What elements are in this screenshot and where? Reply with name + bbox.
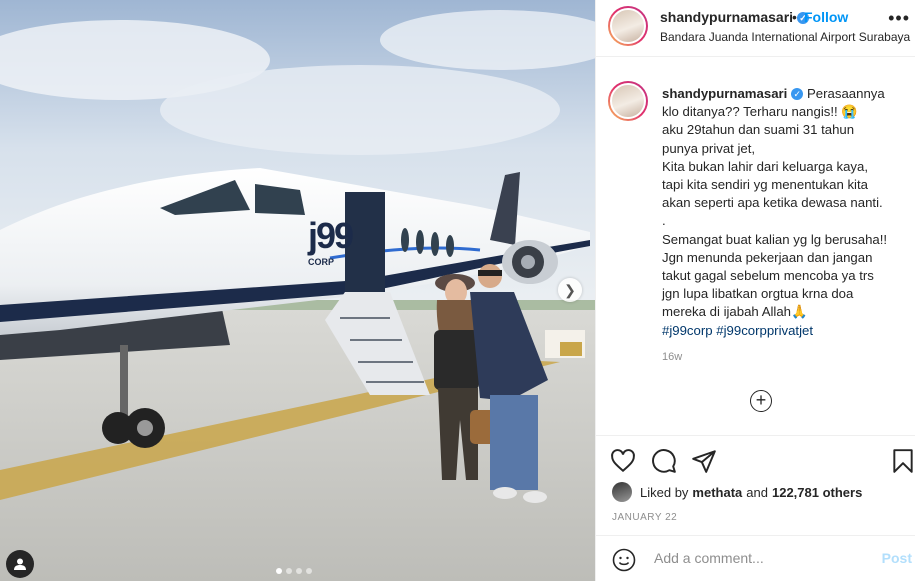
caption-line: . [662,213,666,229]
caption-line: Kita bukan lahir dari keluarga kaya, [662,158,868,174]
follow-button[interactable]: Follow [804,9,848,25]
action-bar [596,435,915,486]
likes-conjunction: and [746,484,768,500]
comment-bar: Post [596,535,915,582]
caption-area: shandypurnamasari ✓ Perasaannya klo ditan… [596,57,915,435]
caption-line: mereka di ijabah Allah🙏 [662,304,808,320]
caption-line: aku 29tahun dan suami 31 tahun [662,122,855,138]
separator-dot: • [792,9,797,25]
share-icon[interactable] [691,448,717,474]
carousel-indicator [276,568,312,574]
heart-icon[interactable] [610,448,636,474]
jet-logo-sub: CORP [308,257,335,267]
carousel-dot [276,568,282,574]
jet-logo-text: j99 [308,215,354,256]
caption-text: shandypurnamasari ✓ Perasaannya klo ditan… [662,85,907,340]
emoji-icon[interactable] [612,548,636,572]
caption-username[interactable]: shandypurnamasari [662,86,787,101]
tagged-users-button[interactable] [6,550,34,578]
comment-icon[interactable] [651,448,677,474]
post-side-panel: shandypurnamasari ✓ • Follow Bandara Juan… [595,0,915,581]
likes-count[interactable]: 122,781 others [772,485,862,500]
likes-prefix: Liked by [640,484,689,500]
caption-line: Perasaannya [807,86,885,101]
plus-circle-icon: + [755,390,767,410]
likes-summary: Liked by methata and 122,781 others [612,482,866,502]
bookmark-icon[interactable] [890,448,915,474]
caption-line: Jgn menunda pekerjaan dan jangan [662,249,873,265]
more-horizontal-icon[interactable]: ••• [888,8,910,29]
hashtag-link[interactable]: #j99corpprivatjet [716,323,813,338]
caption-line: akan seperti apa ketika dewasa nanti. [662,195,883,211]
caption-line: klo ditanya?? Terharu nangis!! 😭 [662,104,858,120]
liker-username[interactable]: methata [692,485,742,500]
hashtag-link[interactable]: #j99corp [662,323,713,338]
comment-input[interactable] [652,549,876,567]
location-link[interactable]: Bandara Juanda International Airport Sur… [660,30,910,44]
avatar[interactable] [612,482,632,502]
carousel-dot [306,568,312,574]
caption-line: jgn lupa libatkan orgtua krna doa [662,286,854,302]
post-age: 16w [662,351,683,363]
post-photo[interactable]: j99 CORP ❯ [0,0,595,581]
post-comment-button[interactable]: Post [882,550,912,566]
username-link[interactable]: shandypurnamasari ✓ [660,9,810,25]
verified-badge-icon: ✓ [791,88,804,100]
jet-photo [0,0,595,581]
avatar[interactable] [608,6,648,46]
carousel-dot [296,568,302,574]
caption-line: tapi kita sendiri yg menentukan kita [662,177,868,193]
chevron-right-icon: ❯ [564,281,576,298]
user-icon [14,558,26,570]
post-header: shandypurnamasari ✓ • Follow Bandara Juan… [596,0,915,57]
username-text[interactable]: shandypurnamasari [660,9,793,25]
avatar[interactable] [608,81,648,121]
carousel-dot [286,568,292,574]
caption-line: punya privat jet, [662,140,756,156]
post-date: JANUARY 22 [612,512,678,523]
load-more-comments-button[interactable]: + [750,390,772,412]
carousel-next-button[interactable]: ❯ [558,278,582,302]
caption-line: takut gagal sebelum mencoba ya trs [662,268,874,284]
caption-line: Semangat buat kalian yg lg berusaha!! [662,231,888,247]
jet-logo: j99 CORP [308,215,354,267]
